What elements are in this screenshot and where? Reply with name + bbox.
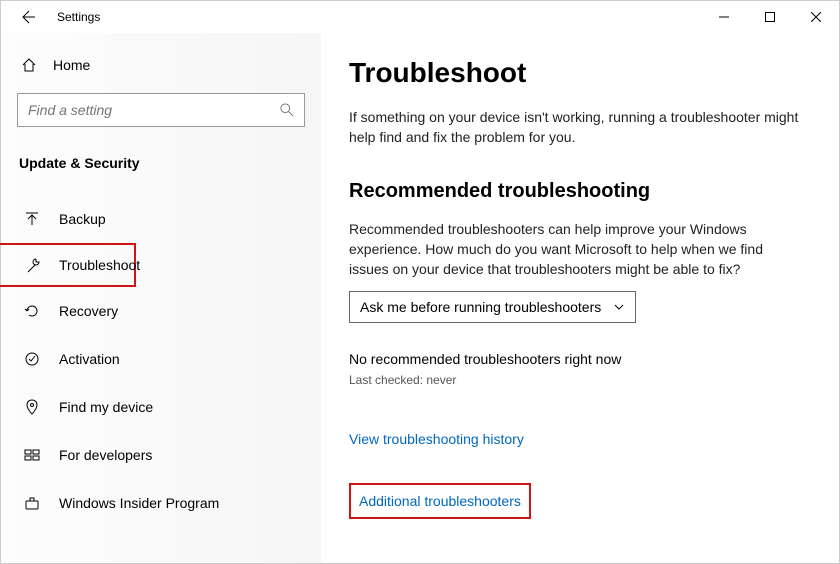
sidebar-item-find-my-device[interactable]: Find my device <box>1 383 321 431</box>
sidebar-home[interactable]: Home <box>17 43 305 87</box>
search-input[interactable] <box>28 102 280 118</box>
maximize-icon <box>765 12 775 22</box>
section-heading: Recommended troubleshooting <box>349 180 801 203</box>
sidebar-item-recovery[interactable]: Recovery <box>1 287 321 335</box>
close-icon <box>811 12 821 22</box>
sidebar-home-label: Home <box>53 57 90 73</box>
minimize-button[interactable] <box>701 1 747 33</box>
search-box[interactable] <box>17 93 305 127</box>
sidebar-item-label: Find my device <box>59 399 153 415</box>
sidebar-item-activation[interactable]: Activation <box>1 335 321 383</box>
recovery-icon <box>23 303 41 319</box>
sidebar-item-label: For developers <box>59 447 152 463</box>
sidebar-item-label: Backup <box>59 211 106 227</box>
minimize-icon <box>719 12 729 22</box>
link-additional-troubleshooters[interactable]: Additional troubleshooters <box>349 483 531 519</box>
page-title: Troubleshoot <box>349 57 801 89</box>
category-heading: Update & Security <box>17 155 305 171</box>
location-icon <box>23 399 41 415</box>
sidebar-item-backup[interactable]: Backup <box>1 195 321 243</box>
arrow-left-icon <box>19 9 35 25</box>
sidebar-item-for-developers[interactable]: For developers <box>1 431 321 479</box>
sidebar-item-label: Recovery <box>59 303 118 319</box>
back-button[interactable] <box>15 9 39 25</box>
link-view-history[interactable]: View troubleshooting history <box>349 431 524 447</box>
chevron-down-icon <box>613 301 625 313</box>
no-recommended-text: No recommended troubleshooters right now <box>349 351 801 367</box>
troubleshoot-preference-dropdown[interactable]: Ask me before running troubleshooters <box>349 291 636 323</box>
maximize-button[interactable] <box>747 1 793 33</box>
wrench-icon <box>25 257 41 273</box>
sidebar-item-label: Activation <box>59 351 120 367</box>
home-icon <box>21 57 37 73</box>
search-icon <box>280 103 294 117</box>
sidebar-item-label: Troubleshoot <box>59 257 140 273</box>
sidebar-item-insider[interactable]: Windows Insider Program <box>1 479 321 527</box>
window-title: Settings <box>57 10 100 24</box>
sidebar-item-label: Windows Insider Program <box>59 495 219 511</box>
developers-icon <box>23 447 41 463</box>
page-intro: If something on your device isn't workin… <box>349 107 801 148</box>
insider-icon <box>23 495 41 511</box>
sidebar-item-troubleshoot[interactable]: Troubleshoot <box>0 243 136 287</box>
last-checked-text: Last checked: never <box>349 373 801 387</box>
close-button[interactable] <box>793 1 839 33</box>
backup-icon <box>23 211 41 227</box>
activation-icon <box>23 351 41 367</box>
section-body: Recommended troubleshooters can help imp… <box>349 219 801 280</box>
dropdown-value: Ask me before running troubleshooters <box>360 299 601 315</box>
